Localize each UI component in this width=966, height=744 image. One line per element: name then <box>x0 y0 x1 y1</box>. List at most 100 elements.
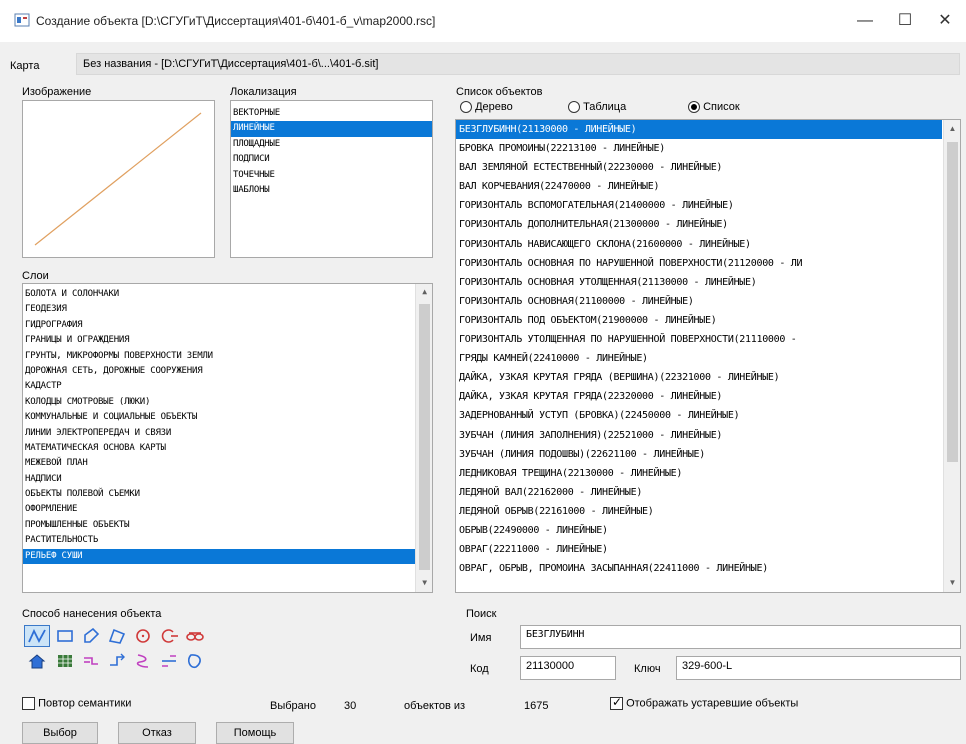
name-field-value: БЕЗГЛУБИНН <box>526 629 585 640</box>
radio-table-icon[interactable] <box>568 101 580 114</box>
minimize-button[interactable]: — <box>850 8 880 34</box>
radio-list-icon[interactable] <box>688 101 700 114</box>
layer-item[interactable]: ГЕОДЕЗИЯ <box>23 302 415 317</box>
map-select[interactable]: Без названия - [D:\СГУГиТ\Диссертация\40… <box>76 53 960 75</box>
choose-button[interactable]: Выбор <box>22 722 98 744</box>
rotated-polygon-tool-icon[interactable] <box>104 625 130 647</box>
localization-label: Локализация <box>230 86 297 98</box>
object-item[interactable]: ГОРИЗОНТАЛЬ ОСНОВНАЯ ПО НАРУШЕННОЙ ПОВЕР… <box>456 254 942 273</box>
show-obsolete-check-icon[interactable] <box>610 695 623 710</box>
localization-item[interactable]: ПОДПИСИ <box>231 152 432 167</box>
radio-list[interactable]: Список <box>688 101 740 114</box>
layer-item[interactable]: ОФОРМЛЕНИЕ <box>23 502 415 517</box>
name-field[interactable]: БЕЗГЛУБИНН <box>520 625 961 649</box>
objects-scroll-thumb[interactable] <box>947 142 958 462</box>
help-button[interactable]: Помощь <box>216 722 294 744</box>
object-item[interactable]: ЗУБЧАН (ЛИНИЯ ПОДОШВЫ)(22621100 - ЛИНЕЙН… <box>456 445 942 464</box>
object-item[interactable]: ГОРИЗОНТАЛЬ ДОПОЛНИТЕЛЬНАЯ(21300000 - ЛИ… <box>456 215 942 234</box>
localization-item[interactable]: ВЕКТОРНЫЕ <box>231 106 432 121</box>
scroll-down-icon[interactable]: ▼ <box>416 578 432 587</box>
polyline-tool-icon[interactable] <box>24 625 50 647</box>
layer-item[interactable]: ГРАНИЦЫ И ОГРАЖДЕНИЯ <box>23 333 415 348</box>
layers-scrollbar[interactable]: ▲ ▼ <box>415 284 432 592</box>
object-item[interactable]: ГОРИЗОНТАЛЬ ОСНОВНАЯ(21100000 - ЛИНЕЙНЫЕ… <box>456 292 942 311</box>
object-item[interactable]: БРОВКА ПРОМОИНЫ(22213100 - ЛИНЕЙНЫЕ) <box>456 139 942 158</box>
layer-item[interactable]: КОММУНАЛЬНЫЕ И СОЦИАЛЬНЫЕ ОБЪЕКТЫ <box>23 410 415 425</box>
object-item[interactable]: ВАЛ КОРЧЕВАНИЯ(22470000 - ЛИНЕЙНЫЕ) <box>456 177 942 196</box>
grid-tool-icon[interactable] <box>52 650 78 672</box>
object-item[interactable]: ДАЙКА, УЗКАЯ КРУТАЯ ГРЯДА (ВЕРШИНА)(2232… <box>456 368 942 387</box>
localization-item[interactable]: ТОЧЕЧНЫЕ <box>231 168 432 183</box>
object-item[interactable]: ВАЛ ЗЕМЛЯНОЙ ЕСТЕСТВЕННЫЙ(22230000 - ЛИН… <box>456 158 942 177</box>
localization-list[interactable]: ВЕКТОРНЫЕ ЛИНЕЙНЫЕ ПЛОЩАДНЫЕ ПОДПИСИ ТОЧ… <box>230 100 433 258</box>
layer-item[interactable]: БОЛОТА И СОЛОНЧАКИ <box>23 287 415 302</box>
layer-item-selected[interactable]: РЕЛЬЕФ СУШИ <box>23 548 415 565</box>
layer-item[interactable]: МАТЕМАТИЧЕСКАЯ ОСНОВА КАРТЫ <box>23 441 415 456</box>
layer-item[interactable]: КОЛОДЦЫ СМОТРОВЫЕ (ЛЮКИ) <box>23 395 415 410</box>
object-item-selected[interactable]: БЕЗГЛУБИНН(21130000 - ЛИНЕЙНЫЕ) <box>456 120 942 140</box>
layer-item[interactable]: ГИДРОГРАФИЯ <box>23 318 415 333</box>
localization-item[interactable]: ПЛОЩАДНЫЕ <box>231 137 432 152</box>
radio-table-label: Таблица <box>583 101 627 113</box>
radio-table[interactable]: Таблица <box>568 101 627 114</box>
layer-item[interactable]: НАДПИСИ <box>23 472 415 487</box>
close-button[interactable]: ✕ <box>930 8 960 34</box>
rectangle-tool-icon[interactable] <box>52 625 78 647</box>
arrow-line-tool-icon[interactable] <box>104 650 130 672</box>
layer-item[interactable]: ЛИНИИ ЭЛЕКТРОПЕРЕДАЧ И СВЯЗИ <box>23 426 415 441</box>
layer-item[interactable]: ГРУНТЫ, МИКРОФОРМЫ ПОВЕРХНОСТИ ЗЕМЛИ <box>23 349 415 364</box>
polygon-tool-icon[interactable] <box>78 625 104 647</box>
layer-item[interactable]: МЕЖЕВОЙ ПЛАН <box>23 456 415 471</box>
object-item[interactable]: ЛЕДЯНОЙ ОБРЫВ(22161000 - ЛИНЕЙНЫЕ) <box>456 502 942 521</box>
objects-scrollbar[interactable]: ▲ ▼ <box>943 120 960 592</box>
app-icon <box>14 12 30 28</box>
object-item[interactable]: ОБРЫВ(22490000 - ЛИНЕЙНЫЕ) <box>456 521 942 540</box>
ellipse-tool-icon[interactable] <box>182 625 208 647</box>
radio-tree-icon[interactable] <box>460 101 472 114</box>
code-field[interactable]: 21130000 <box>520 656 616 680</box>
localization-item[interactable]: ШАБЛОНЫ <box>231 183 432 198</box>
object-item[interactable]: ГОРИЗОНТАЛЬ УТОЛЩЕННАЯ ПО НАРУШЕННОЙ ПОВ… <box>456 330 942 349</box>
parallel-line-tool-icon[interactable] <box>78 650 104 672</box>
spline-area-tool-icon[interactable] <box>182 650 208 672</box>
repeat-semantics-checkbox[interactable]: Повтор семантики <box>22 697 131 710</box>
layer-item[interactable]: КАДАСТР <box>23 379 415 394</box>
object-item[interactable]: ГОРИЗОНТАЛЬ НАВИСАЮЩЕГО СКЛОНА(21600000 … <box>456 235 942 254</box>
repeat-semantics-check-icon[interactable] <box>22 697 35 710</box>
layer-item[interactable]: РАСТИТЕЛЬНОСТЬ <box>23 533 415 548</box>
layer-item[interactable]: ОБЪЕКТЫ ПОЛЕВОЙ СЪЕМКИ <box>23 487 415 502</box>
circle-arc-tool-icon[interactable] <box>156 625 182 647</box>
localization-item-selected[interactable]: ЛИНЕЙНЫЕ <box>231 121 432 137</box>
show-obsolete-checkbox[interactable]: Отображать устаревшие объекты <box>610 695 798 710</box>
object-item[interactable]: ОВРАГ, ОБРЫВ, ПРОМОИНА ЗАСЫПАННАЯ(224110… <box>456 559 942 578</box>
layers-scroll-thumb[interactable] <box>419 304 430 570</box>
object-item[interactable]: ОВРАГ(22211000 - ЛИНЕЙНЫЕ) <box>456 540 942 559</box>
object-item[interactable]: ГОРИЗОНТАЛЬ ВСПОМОГАТЕЛЬНАЯ(21400000 - Л… <box>456 196 942 215</box>
layers-list[interactable]: БОЛОТА И СОЛОНЧАКИ ГЕОДЕЗИЯ ГИДРОГРАФИЯ … <box>22 283 433 593</box>
layer-item[interactable]: ДОРОЖНАЯ СЕТЬ, ДОРОЖНЫЕ СООРУЖЕНИЯ <box>23 364 415 379</box>
scroll-up-icon[interactable]: ▲ <box>944 124 960 133</box>
curve-tool-icon[interactable] <box>130 650 156 672</box>
circle-tool-icon[interactable] <box>130 625 156 647</box>
object-item[interactable]: ГОРИЗОНТАЛЬ ОСНОВНАЯ УТОЛЩЕННАЯ(21130000… <box>456 273 942 292</box>
object-item[interactable]: ГРЯДЫ КАМНЕЙ(22410000 - ЛИНЕЙНЫЕ) <box>456 349 942 368</box>
object-item[interactable]: ЗУБЧАН (ЛИНИЯ ЗАПОЛНЕНИЯ)(22521000 - ЛИН… <box>456 426 942 445</box>
scroll-down-icon[interactable]: ▼ <box>944 578 960 587</box>
object-item[interactable]: ЛЕДНИКОВАЯ ТРЕЩИНА(22130000 - ЛИНЕЙНЫЕ) <box>456 464 942 483</box>
object-item[interactable]: ДАЙКА, УЗКАЯ КРУТАЯ ГРЯДА(22320000 - ЛИН… <box>456 387 942 406</box>
object-item[interactable]: ЛЕДЯНОЙ ВАЛ(22162000 - ЛИНЕЙНЫЕ) <box>456 483 942 502</box>
key-label: Ключ <box>634 663 661 675</box>
cancel-button[interactable]: Отказ <box>118 722 196 744</box>
layers-label: Слои <box>22 270 49 282</box>
objects-list[interactable]: БЕЗГЛУБИНН(21130000 - ЛИНЕЙНЫЕ) БРОВКА П… <box>455 119 961 593</box>
offset-line-tool-icon[interactable] <box>156 650 182 672</box>
key-field[interactable]: 329-600-L <box>676 656 961 680</box>
object-item[interactable]: ЗАДЕРНОВАННЫЙ УСТУП (БРОВКА)(22450000 - … <box>456 406 942 425</box>
radio-tree[interactable]: Дерево <box>460 101 513 114</box>
object-item[interactable]: ГОРИЗОНТАЛЬ ПОД ОБЪЕКТОМ(21900000 - ЛИНЕ… <box>456 311 942 330</box>
maximize-button[interactable]: ☐ <box>890 8 920 34</box>
layer-item[interactable]: ПРОМЫШЛЕННЫЕ ОБЪЕКТЫ <box>23 518 415 533</box>
image-panel-label: Изображение <box>22 86 92 98</box>
house-tool-icon[interactable] <box>24 650 50 672</box>
scroll-up-icon[interactable]: ▲ <box>416 287 432 296</box>
